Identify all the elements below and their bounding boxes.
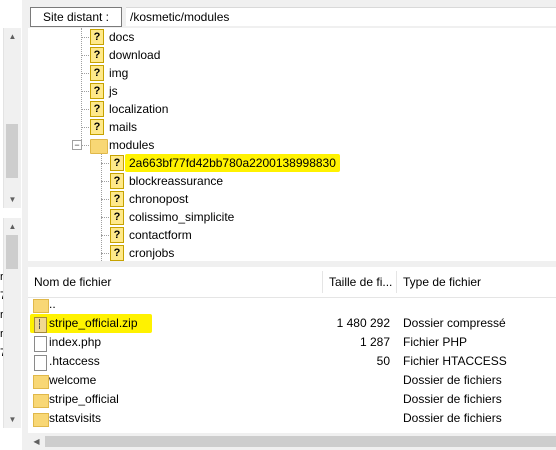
tree-item-label: cronjobs (129, 246, 175, 260)
tree-item-label: mails (109, 120, 138, 134)
unknown-folder-icon: ? (90, 119, 104, 135)
scrollbar-thumb[interactable] (45, 436, 556, 447)
file-name: stripe_official (49, 392, 119, 406)
unknown-folder-icon: ? (90, 101, 104, 117)
remote-path-input[interactable]: /kosmetic/modules (126, 7, 556, 26)
unknown-folder-icon: ? (90, 65, 104, 81)
tree-connector (81, 28, 82, 146)
scroll-up-icon[interactable]: ▲ (4, 28, 21, 45)
folder-icon (90, 139, 108, 154)
left-upper-scrollbar[interactable]: ▲ ▼ (3, 28, 21, 208)
file-name: statsvisits (49, 411, 102, 425)
folder-icon (33, 394, 49, 408)
collapse-icon[interactable]: − (72, 140, 82, 150)
left-edge-text: r 7 r r 7 (0, 268, 3, 408)
file-type: Dossier de fichiers (403, 373, 502, 387)
scrollbar-thumb[interactable] (6, 124, 18, 178)
file-row[interactable]: .. (28, 295, 556, 314)
file-type: Dossier compressé (403, 316, 506, 330)
tree-item-label: img (109, 66, 129, 80)
tree-connector (101, 153, 102, 261)
tree-item-label: js (109, 84, 118, 98)
file-row[interactable]: welcome Dossier de fichiers (28, 371, 556, 390)
unknown-folder-icon: ? (110, 191, 124, 207)
file-row[interactable]: .htaccess 50 Fichier HTACCESS (28, 352, 556, 371)
scroll-down-icon[interactable]: ▼ (4, 191, 21, 208)
zip-file-icon (34, 317, 47, 333)
remote-path-bar: Site distant : /kosmetic/modules (22, 0, 556, 30)
file-type: Fichier PHP (403, 335, 468, 349)
file-icon (34, 336, 47, 352)
unknown-folder-icon: ? (90, 83, 104, 99)
tree-item-label: contactform (129, 228, 192, 242)
unknown-folder-icon: ? (90, 29, 104, 45)
file-size: 1 480 292 (336, 316, 390, 330)
left-panel-edge: ▲ ▼ ▲ ▼ r 7 r r 7 (0, 0, 22, 450)
file-type: Dossier de fichiers (403, 411, 502, 425)
file-name: stripe_official.zip (49, 316, 138, 330)
tree-item-label: modules (109, 138, 155, 152)
scrollbar-thumb[interactable] (6, 235, 18, 269)
tree-item-label: docs (109, 30, 135, 44)
remote-directory-tree[interactable]: ? docs ? download ? img ? js ? localizat… (28, 28, 556, 261)
tree-item-label: blockreassurance (129, 174, 224, 188)
file-icon (34, 355, 47, 371)
unknown-folder-icon: ? (90, 47, 104, 63)
tree-item-label: 2a663bf77fd42bb780a2200138998830 (125, 154, 340, 172)
tree-item-label: localization (109, 102, 169, 116)
file-type: Dossier de fichiers (403, 392, 502, 406)
file-name: index.php (49, 335, 102, 349)
remote-site-label: Site distant : (30, 7, 122, 27)
file-row-highlighted[interactable]: stripe_official.zip 1 480 292 Dossier co… (28, 314, 556, 333)
unknown-folder-icon: ? (110, 227, 124, 243)
column-header-name[interactable]: Nom de fichier (28, 267, 314, 297)
file-size: 50 (376, 354, 390, 368)
file-name: .. (49, 297, 56, 311)
column-header-size[interactable]: Taille de fi... (323, 267, 393, 297)
folder-icon (33, 375, 49, 389)
file-size: 1 287 (359, 335, 390, 349)
file-name: .htaccess (49, 354, 100, 368)
file-name: welcome (49, 373, 97, 387)
unknown-folder-icon: ? (110, 209, 124, 225)
file-type: Fichier HTACCESS (403, 354, 507, 368)
horizontal-scrollbar[interactable]: ◀ (28, 433, 556, 450)
tree-item-label: chronopost (129, 192, 189, 206)
scroll-down-icon[interactable]: ▼ (4, 411, 21, 428)
file-list-header: Nom de fichier Taille de fi... Type de f… (28, 267, 556, 298)
unknown-folder-icon: ? (110, 245, 124, 261)
unknown-folder-icon: ? (110, 173, 124, 189)
file-row[interactable]: statsvisits Dossier de fichiers (28, 409, 556, 428)
file-row[interactable]: stripe_official Dossier de fichiers (28, 390, 556, 409)
file-row[interactable]: index.php 1 287 Fichier PHP (28, 333, 556, 352)
scroll-left-icon[interactable]: ◀ (28, 433, 45, 450)
folder-icon (33, 413, 49, 427)
unknown-folder-icon: ? (110, 155, 124, 171)
remote-file-list[interactable]: Nom de fichier Taille de fi... Type de f… (28, 267, 556, 450)
left-lower-scrollbar[interactable]: ▲ ▼ (3, 218, 21, 428)
column-header-type[interactable]: Type de fichier (397, 267, 553, 297)
scroll-up-icon[interactable]: ▲ (4, 218, 21, 235)
folder-icon (33, 299, 49, 313)
tree-item-label: download (109, 48, 161, 62)
tree-item-label: colissimo_simplicite (129, 210, 235, 224)
